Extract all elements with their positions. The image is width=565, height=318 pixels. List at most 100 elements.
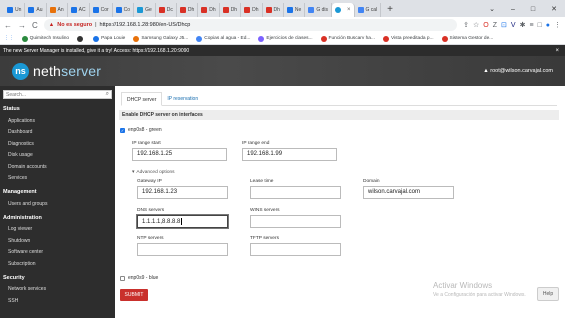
maximize-button[interactable]: □	[531, 3, 535, 17]
tftp-input[interactable]	[250, 243, 341, 256]
bookmark-item[interactable]: Copias al agua - Ed...	[196, 35, 250, 42]
browser-tab[interactable]: Dh	[198, 3, 220, 17]
sidebar-item-disk-usage[interactable]: Disk usage	[0, 150, 115, 162]
tab-favicon-icon	[222, 7, 229, 13]
lease-time-input[interactable]	[250, 186, 341, 199]
sidebar-item-users-and-groups[interactable]: Users and groups	[0, 198, 115, 210]
browser-tab[interactable]: G cal	[355, 3, 382, 17]
close-icon[interactable]: ×	[555, 48, 559, 54]
extension-icon[interactable]: Z	[493, 22, 497, 29]
extension-icon[interactable]: ☆	[473, 21, 479, 29]
bookmark-item[interactable]: Función Buscarv ha...	[320, 35, 375, 42]
tab-favicon-icon	[92, 7, 99, 13]
submit-button[interactable]: SUBMIT	[120, 289, 148, 301]
user-menu[interactable]: ▲ root@wilson.carvajal.com	[483, 68, 553, 74]
iface-blue-checkbox[interactable]	[120, 275, 125, 281]
browser-tab[interactable]: Un	[4, 3, 26, 17]
browser-tab[interactable]: Dh	[241, 3, 263, 17]
extension-icon[interactable]: ⋮	[554, 21, 561, 29]
tab-search-button[interactable]: ⌄	[489, 3, 495, 17]
gateway-label: Gateway IP	[137, 179, 162, 184]
domain-input[interactable]: wilson.carvajal.com	[363, 186, 454, 199]
sidebar-item-dashboard[interactable]: Dashboard	[0, 127, 115, 139]
browser-tab[interactable]: ×	[331, 3, 355, 17]
reload-button[interactable]: C	[32, 21, 38, 30]
range-start-input[interactable]: 192.168.1.25	[132, 148, 227, 161]
close-window-button[interactable]: ✕	[551, 3, 557, 17]
bookmark-label: Sistema Gestor de...	[449, 36, 494, 41]
tab-ip-reservation[interactable]: IP reservation	[162, 92, 203, 105]
range-end-input[interactable]: 192.168.1.99	[242, 148, 337, 161]
dns-label: DNS servers	[137, 208, 165, 213]
sidebar-item-shutdown[interactable]: Shutdown	[0, 235, 115, 247]
bookmark-item[interactable]: Quimitech Insulino	[21, 35, 69, 42]
bookmark-item[interactable]	[77, 35, 85, 42]
bookmark-item[interactable]: Samsung Galaxy J5...	[133, 35, 188, 42]
browser-tab[interactable]: Ne	[284, 3, 306, 17]
sidebar-item-subscription[interactable]: Subscription	[0, 258, 115, 270]
extension-icon[interactable]: V	[511, 22, 516, 29]
browser-tab[interactable]: Dh	[177, 3, 199, 17]
extension-icon[interactable]: ≡	[529, 22, 533, 29]
sidebar-item-domain-accounts[interactable]: Domain accounts	[0, 161, 115, 173]
domain-group: Domain wilson.carvajal.com	[363, 179, 454, 199]
sidebar-item-ssh[interactable]: SSH	[0, 295, 115, 307]
sidebar-item-log-viewer[interactable]: Log viewer	[0, 224, 115, 236]
sidebar-item-services[interactable]: Services	[0, 173, 115, 185]
help-button[interactable]: Help	[537, 287, 559, 301]
ntp-input[interactable]	[137, 243, 228, 256]
sidebar-item-applications[interactable]: Applications	[0, 115, 115, 127]
sidebar-section-security: Security	[3, 274, 25, 281]
bookmark-item[interactable]: Sistema Gestor de...	[441, 35, 494, 42]
browser-tab[interactable]: Co	[113, 3, 135, 17]
forward-button[interactable]: →	[18, 21, 26, 30]
browser-tab[interactable]: AC	[68, 3, 90, 17]
bookmark-item[interactable]: Papa Louie	[93, 35, 125, 42]
url-field[interactable]: ▲ No es seguro | https://192.168.1.28:98…	[43, 19, 458, 31]
new-tab-button[interactable]: +	[381, 3, 399, 17]
close-icon[interactable]: ×	[347, 7, 351, 13]
browser-tab[interactable]: G dis	[305, 3, 332, 17]
nethserver-logo[interactable]: ns nethserver	[12, 62, 101, 80]
tab-dhcp-server[interactable]: DHCP server	[121, 92, 163, 106]
gateway-input[interactable]: 192.168.1.23	[137, 186, 228, 199]
interfaces-section-title: Enable DHCP server on interfaces	[119, 110, 559, 120]
extension-icon[interactable]: ⊡	[501, 21, 507, 29]
bookmark-favicon-icon	[320, 35, 327, 42]
extension-icon[interactable]: O	[483, 22, 488, 29]
search-input[interactable]	[6, 91, 106, 98]
tab-favicon-icon	[137, 7, 144, 13]
iface-green-checkbox[interactable]: ✓	[120, 127, 125, 133]
sidebar-item-diagnostics[interactable]: Diagnostics	[0, 138, 115, 150]
browser-tab[interactable]: Dh	[220, 3, 242, 17]
sidebar: ⌕ Status ApplicationsDashboardDiagnostics…	[0, 86, 115, 318]
extension-icon[interactable]: ⇪	[463, 21, 469, 29]
browser-tab[interactable]: Ge	[134, 3, 156, 17]
dns-input[interactable]: 1.1.1.1,8.8.8.8	[137, 215, 228, 228]
iface-green-label: enp0s8 - green	[128, 127, 162, 133]
sidebar-item-network-services[interactable]: Network services	[0, 284, 115, 296]
extension-icon[interactable]: ✱	[520, 21, 526, 29]
browser-tab[interactable]: Dc	[156, 3, 177, 17]
bookmark-item[interactable]: Vista preeditada p...	[382, 35, 434, 42]
apps-grid-icon[interactable]: ⋮⋮	[4, 36, 14, 41]
browser-tab[interactable]: Dh	[263, 3, 284, 17]
notice-text[interactable]: The new Server Manager is installed, giv…	[3, 48, 189, 54]
wins-input[interactable]	[250, 215, 341, 228]
search-icon[interactable]: ⌕	[106, 91, 109, 98]
browser-tab[interactable]: An	[47, 3, 68, 17]
address-bar: ← → C ▲ No es seguro | https://192.168.1…	[0, 17, 565, 33]
extension-icon[interactable]: ●	[546, 22, 550, 29]
browser-tab-label: Un	[15, 7, 22, 13]
browser-tab[interactable]: Au	[25, 3, 47, 17]
browser-tab-label: Dh	[209, 7, 216, 13]
bookmark-item[interactable]: Ejercicios de clases...	[258, 35, 313, 42]
minimize-button[interactable]: –	[511, 3, 515, 17]
extension-icon[interactable]: □	[538, 22, 542, 29]
browser-tab[interactable]: Cor	[90, 3, 113, 17]
back-button[interactable]: ←	[4, 21, 12, 30]
sidebar-item-software-center[interactable]: Software center	[0, 247, 115, 259]
tab-favicon-icon	[49, 7, 56, 13]
advanced-options-toggle[interactable]: ▾ Advanced options	[132, 170, 175, 175]
browser-tab-label: Ge	[145, 7, 152, 13]
